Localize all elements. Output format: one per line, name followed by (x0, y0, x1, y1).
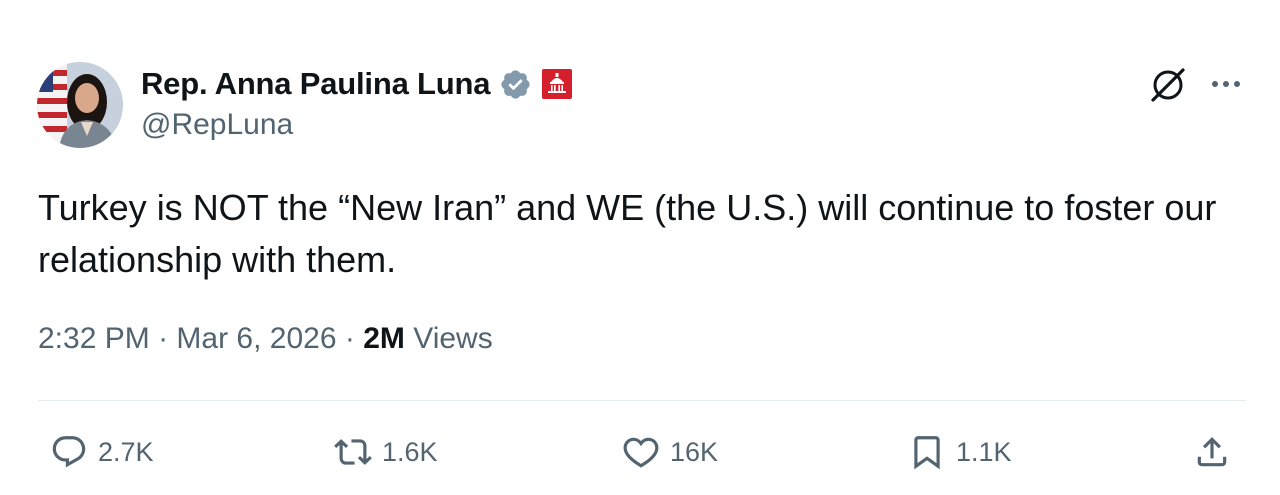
tweet-meta: 2:32 PM · Mar 6, 2026 · 2M Views (38, 322, 493, 356)
like-count: 16K (670, 436, 719, 467)
share-button[interactable] (1193, 432, 1231, 472)
like-button[interactable]: 16K (622, 432, 718, 472)
views-count[interactable]: 2M (363, 322, 405, 355)
share-icon (1197, 437, 1227, 467)
bookmark-icon (914, 436, 940, 470)
meta-separator: · (344, 322, 355, 355)
author-avatar[interactable] (37, 62, 123, 148)
author-name-row: Rep. Anna Paulina Luna (141, 64, 573, 104)
meta-separator: · (158, 322, 169, 355)
reply-button[interactable]: 2.7K (50, 432, 154, 472)
divider (38, 400, 1246, 401)
tweet-card: Rep. Anna Paulina Luna @RepLuna Turkey i… (0, 0, 1280, 495)
views-label: Views (413, 322, 493, 355)
tweet-time[interactable]: 2:32 PM (38, 322, 150, 355)
author-name[interactable]: Rep. Anna Paulina Luna (141, 66, 490, 102)
repost-icon (334, 439, 372, 465)
repost-count: 1.6K (382, 436, 438, 467)
tweet-text: Turkey is NOT the “New Iran” and WE (the… (38, 187, 1217, 280)
repost-button[interactable]: 1.6K (334, 432, 438, 472)
heart-icon (623, 437, 659, 468)
bookmark-button[interactable]: 1.1K (908, 432, 1012, 472)
tweet-date[interactable]: Mar 6, 2026 (176, 322, 336, 355)
reply-icon (52, 436, 86, 468)
verified-badge-icon[interactable] (499, 68, 532, 101)
reply-count: 2.7K (98, 436, 154, 467)
more-icon[interactable] (1206, 66, 1246, 102)
grok-icon[interactable] (1148, 64, 1188, 104)
capitol-icon[interactable] (541, 68, 573, 100)
author-handle[interactable]: @RepLuna (141, 108, 293, 142)
avatar-image (37, 62, 123, 148)
bookmark-count: 1.1K (956, 436, 1012, 467)
